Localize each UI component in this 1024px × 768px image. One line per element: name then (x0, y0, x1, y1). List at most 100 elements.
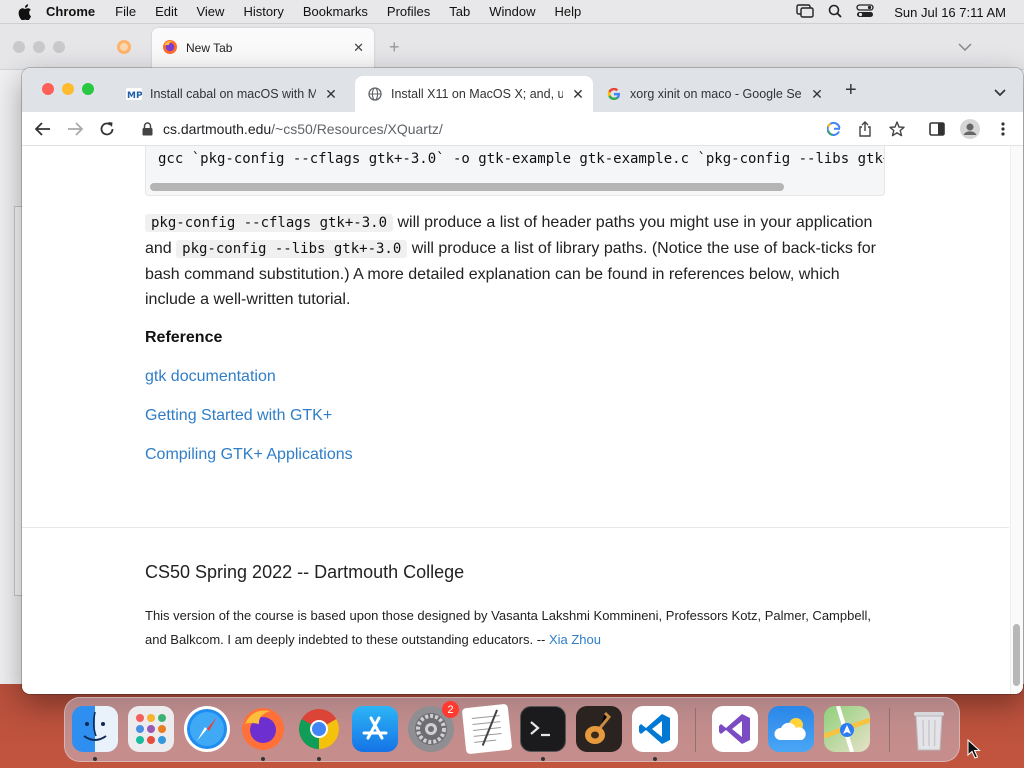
bookmark-star-icon[interactable] (889, 121, 905, 137)
link-compiling-gtk-apps[interactable]: Compiling GTK+ Applications (145, 446, 353, 464)
vertical-scrollbar-track[interactable] (1010, 146, 1023, 694)
mouse-cursor-icon (967, 738, 981, 764)
address-bar[interactable]: cs.dartmouth.edu/~cs50/Resources/XQuartz… (130, 115, 910, 143)
textedit-icon[interactable] (461, 703, 513, 755)
tab-title: Install X11 on MacOS X; and, u (391, 87, 563, 101)
share-icon[interactable] (857, 121, 873, 137)
menu-bar: Chrome File Edit View History Bookmarks … (0, 0, 1024, 24)
tab-close-icon[interactable]: ✕ (810, 86, 824, 103)
terminal-icon[interactable] (520, 706, 566, 752)
tab-title: xorg xinit on maco - Google Se (630, 87, 802, 101)
chrome-window: MP Install cabal on macOS with Ma ✕ Inst… (22, 68, 1023, 694)
footer-title: CS50 Spring 2022 -- Dartmouth College (145, 562, 465, 582)
settings-notification-badge: 2 (442, 701, 459, 718)
spotlight-search-icon[interactable] (828, 4, 842, 21)
google-lens-icon[interactable] (826, 121, 842, 137)
menu-app-chrome[interactable]: Chrome (46, 4, 95, 19)
bg-new-tab-button[interactable]: + (389, 37, 400, 58)
control-center-icon[interactable] (856, 3, 874, 21)
vscode-running-dot (653, 757, 657, 761)
footer-credits: This version of the course is based upon… (145, 604, 890, 652)
bg-minimize-button[interactable] (33, 41, 45, 53)
menu-window[interactable]: Window (489, 4, 535, 19)
url-host: cs.dartmouth.edu (163, 121, 272, 137)
link-gtk-documentation[interactable]: gtk documentation (145, 368, 276, 386)
page-viewport: gcc `pkg-config --cflags gtk+-3.0` -o gt… (22, 146, 1023, 694)
link-getting-started-gtk[interactable]: Getting Started with GTK+ (145, 407, 332, 425)
url-path: /~cs50/Resources/XQuartz/ (271, 121, 443, 137)
forward-arrow-icon[interactable] (66, 120, 84, 138)
inline-code-cflags: pkg-config --cflags gtk+-3.0 (145, 214, 394, 232)
reference-heading: Reference (145, 329, 223, 346)
new-tab-button[interactable]: + (845, 80, 857, 100)
trash-icon[interactable] (906, 706, 952, 752)
safari-icon[interactable] (184, 706, 230, 752)
profile-avatar-icon[interactable] (959, 118, 981, 140)
code-line: gcc `pkg-config --cflags gtk+-3.0` -o gt… (158, 151, 884, 167)
tab-search-chevron-icon[interactable] (994, 84, 1006, 102)
tab-install-x11[interactable]: Install X11 on MacOS X; and, u ✕ (355, 76, 593, 112)
tab-title: Install cabal on macOS with Ma (150, 87, 316, 101)
bg-tab-close-icon[interactable]: ✕ (353, 40, 364, 56)
dock: 2 (64, 697, 960, 762)
vscode-icon[interactable] (632, 706, 678, 752)
app-store-icon[interactable] (352, 706, 398, 752)
tab-strip: MP Install cabal on macOS with Ma ✕ Inst… (22, 68, 1023, 112)
menu-edit[interactable]: Edit (155, 4, 177, 19)
zoom-window-button[interactable] (82, 83, 94, 95)
finder-icon[interactable] (72, 706, 118, 752)
lock-icon[interactable] (142, 122, 153, 136)
tab-close-icon[interactable]: ✕ (324, 86, 338, 103)
close-window-button[interactable] (42, 83, 54, 95)
visual-studio-icon[interactable] (712, 706, 758, 752)
garageband-icon[interactable] (576, 706, 622, 752)
tab-close-icon[interactable]: ✕ (571, 86, 585, 103)
finder-running-dot (93, 757, 97, 761)
menu-view[interactable]: View (196, 4, 224, 19)
window-controls (42, 83, 94, 95)
tab-google-search[interactable]: xorg xinit on maco - Google Se ✕ (594, 76, 832, 112)
menu-bookmarks[interactable]: Bookmarks (303, 4, 368, 19)
chrome-menu-kebab-icon[interactable] (995, 121, 1011, 137)
minimize-window-button[interactable] (62, 83, 74, 95)
menu-history[interactable]: History (243, 4, 283, 19)
chrome-dock-icon[interactable] (296, 706, 342, 752)
link-xia-zhou[interactable]: Xia Zhou (549, 632, 601, 647)
firefox-view-icon[interactable] (116, 39, 132, 60)
code-block[interactable]: gcc `pkg-config --cflags gtk+-3.0` -o gt… (145, 146, 885, 196)
inline-code-libs: pkg-config --libs gtk+-3.0 (176, 240, 408, 258)
side-panel-icon[interactable] (929, 121, 945, 137)
menu-tab[interactable]: Tab (449, 4, 470, 19)
screen-mirroring-icon[interactable] (796, 3, 814, 21)
back-arrow-icon[interactable] (34, 120, 52, 138)
background-window-controls (13, 41, 65, 53)
code-horizontal-scrollbar[interactable] (150, 183, 784, 191)
dock-separator (889, 708, 890, 752)
firefox-running-dot (261, 757, 265, 761)
bg-list-tabs-chevron-icon[interactable] (958, 38, 972, 54)
menu-clock[interactable]: Sun Jul 16 7:11 AM (894, 5, 1006, 20)
menu-profiles[interactable]: Profiles (387, 4, 430, 19)
menu-file[interactable]: File (115, 4, 136, 19)
background-tab-bar: New Tab ✕ + (0, 24, 1024, 70)
firefox-dock-icon[interactable] (240, 706, 286, 752)
globe-favicon-icon (367, 86, 383, 102)
tab-install-cabal[interactable]: MP Install cabal on macOS with Ma ✕ (114, 76, 346, 112)
reload-icon[interactable] (98, 120, 116, 138)
menu-help[interactable]: Help (555, 4, 582, 19)
bg-zoom-button[interactable] (53, 41, 65, 53)
launchpad-icon[interactable] (128, 706, 174, 752)
apple-icon[interactable] (18, 3, 34, 20)
maps-icon[interactable] (824, 706, 870, 752)
bg-close-button[interactable] (13, 41, 25, 53)
terminal-running-dot (541, 757, 545, 761)
firefox-icon (162, 39, 178, 58)
vertical-scrollbar-thumb[interactable] (1013, 624, 1020, 686)
weather-icon[interactable] (768, 706, 814, 752)
chrome-running-dot (317, 757, 321, 761)
bg-tab-new-tab[interactable]: New Tab ✕ (152, 28, 374, 68)
svg-text:MP: MP (127, 91, 142, 100)
dock-separator (695, 708, 696, 752)
google-favicon-icon (606, 86, 622, 102)
browser-toolbar: cs.dartmouth.edu/~cs50/Resources/XQuartz… (22, 112, 1023, 146)
